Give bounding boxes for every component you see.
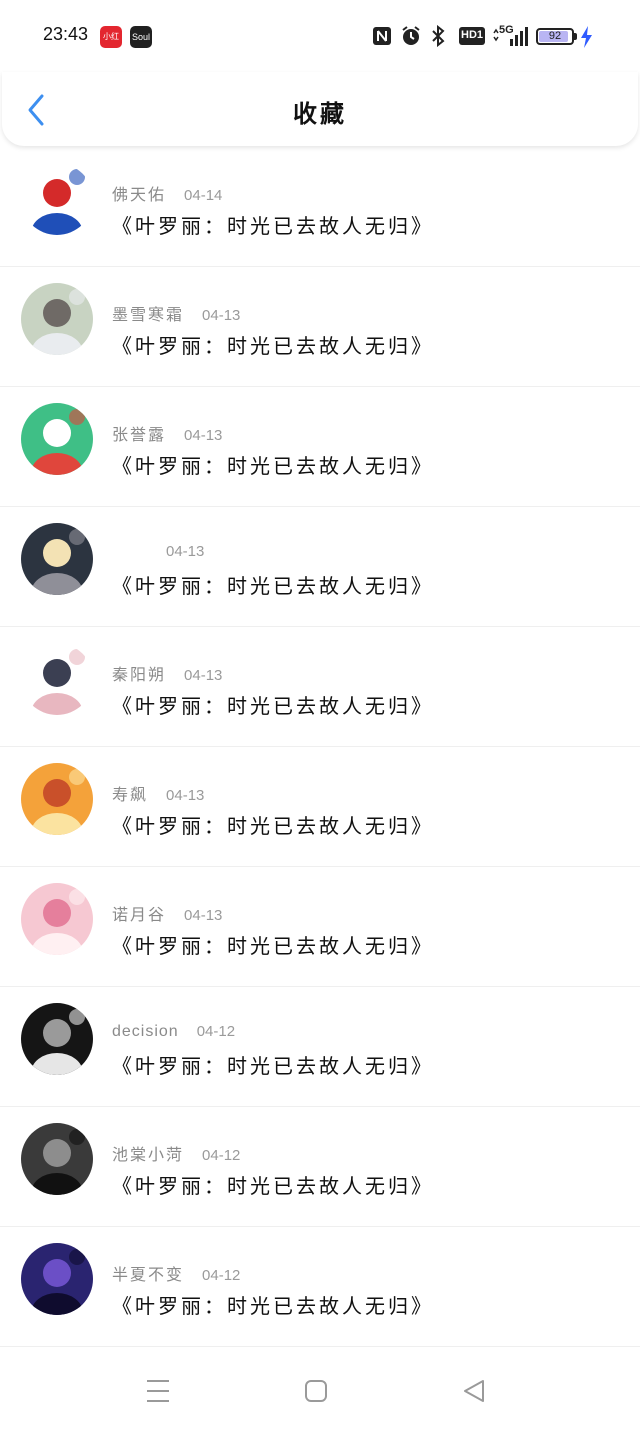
favorite-item[interactable]: decision 04-12 《叶罗丽：时光已去故人无归》 <box>0 987 640 1107</box>
story-title[interactable]: 《叶罗丽：时光已去故人无归》 <box>112 570 434 599</box>
user-name[interactable]: 诺月谷 <box>112 905 166 924</box>
favorite-item[interactable]: 诺月谷 04-13 《叶罗丽：时光已去故人无归》 <box>0 867 640 987</box>
user-avatar[interactable] <box>21 1123 93 1195</box>
story-title[interactable]: 《叶罗丽：时光已去故人无归》 <box>112 210 434 239</box>
item-date: 04-12 <box>202 1147 241 1164</box>
user-avatar[interactable] <box>21 523 93 595</box>
xiaohongshu-app-icon: 小红书 <box>100 26 122 48</box>
battery-tip <box>574 33 577 40</box>
system-nav-bar <box>0 1358 640 1429</box>
story-title[interactable]: 《叶罗丽：时光已去故人无归》 <box>112 1290 434 1319</box>
story-title[interactable]: 《叶罗丽：时光已去故人无归》 <box>112 1050 434 1079</box>
item-meta: 张誉露 04-13 <box>112 421 222 445</box>
menu-button[interactable] <box>136 1373 180 1409</box>
status-bar: 23:43 小红书 Soul HD1 5G 92 <box>0 0 640 72</box>
favorite-item[interactable]: 佛天佑 04-14 《叶罗丽：时光已去故人无归》 <box>0 147 640 267</box>
back-icon <box>464 1380 484 1402</box>
nfc-icon <box>373 27 391 45</box>
avatar-image <box>21 883 93 955</box>
avatar-image <box>21 283 93 355</box>
story-title[interactable]: 《叶罗丽：时光已去故人无归》 <box>112 1170 434 1199</box>
home-button[interactable] <box>294 1373 338 1409</box>
item-date: 04-13 <box>202 307 241 324</box>
favorite-item[interactable]: 池棠小菏 04-12 《叶罗丽：时光已去故人无归》 <box>0 1107 640 1227</box>
user-avatar[interactable] <box>21 1243 93 1315</box>
item-meta: 诺月谷 04-13 <box>112 901 222 925</box>
item-date: 04-12 <box>196 1023 236 1040</box>
user-avatar[interactable] <box>21 1003 93 1075</box>
avatar-image <box>21 643 93 715</box>
favorite-item[interactable]: 04-13 《叶罗丽：时光已去故人无归》 <box>0 507 640 627</box>
item-meta: 半夏不变 04-12 <box>112 1261 240 1285</box>
bluetooth-icon <box>432 25 445 47</box>
user-avatar[interactable] <box>21 163 93 235</box>
avatar-image <box>21 1243 93 1315</box>
avatar-image <box>21 763 93 835</box>
item-meta: decision 04-12 <box>112 1021 235 1045</box>
signal-5g-icon <box>493 27 528 46</box>
user-name[interactable]: 墨雪寒霜 <box>112 305 184 324</box>
item-date: 04-13 <box>166 787 205 804</box>
item-meta: 佛天佑 04-14 <box>112 181 222 205</box>
favorite-item[interactable]: 张誉露 04-13 《叶罗丽：时光已去故人无归》 <box>0 387 640 507</box>
avatar-image <box>21 523 93 595</box>
item-meta: 池棠小菏 04-12 <box>112 1141 240 1165</box>
avatar-image <box>21 403 93 475</box>
system-back-button[interactable] <box>452 1373 496 1409</box>
battery-indicator: 92 <box>536 28 574 45</box>
story-title[interactable]: 《叶罗丽：时光已去故人无归》 <box>112 810 434 839</box>
user-avatar[interactable] <box>21 883 93 955</box>
user-name[interactable]: 张誉露 <box>112 425 166 444</box>
battery-text: 92 <box>548 30 562 42</box>
menu-icon <box>147 1380 169 1402</box>
item-date: 04-13 <box>184 907 223 924</box>
user-name[interactable]: 佛天佑 <box>112 185 166 204</box>
user-avatar[interactable] <box>21 403 93 475</box>
item-meta: 寿飙 04-13 <box>112 781 204 805</box>
story-title[interactable]: 《叶罗丽：时光已去故人无归》 <box>112 690 434 719</box>
item-meta: 墨雪寒霜 04-13 <box>112 301 240 325</box>
item-date: 04-13 <box>184 667 223 684</box>
page-title: 收藏 <box>293 99 347 128</box>
item-date: 04-14 <box>184 187 223 204</box>
avatar-image <box>21 1123 93 1195</box>
user-avatar[interactable] <box>21 763 93 835</box>
alarm-icon <box>402 26 420 45</box>
user-name[interactable]: 秦阳朔 <box>112 665 166 684</box>
soul-app-icon: Soul <box>130 26 152 48</box>
charging-bolt-icon <box>581 26 592 48</box>
avatar-image <box>21 1003 93 1075</box>
user-name[interactable]: 寿飙 <box>112 785 148 804</box>
item-date: 04-13 <box>184 427 223 444</box>
avatar-image <box>21 163 93 235</box>
story-title[interactable]: 《叶罗丽：时光已去故人无归》 <box>112 930 434 959</box>
user-name[interactable]: 半夏不变 <box>112 1265 184 1284</box>
top-header: 收藏 <box>2 72 638 146</box>
user-name[interactable]: decision <box>112 1023 179 1040</box>
user-avatar[interactable] <box>21 283 93 355</box>
favorite-item[interactable]: 秦阳朔 04-13 《叶罗丽：时光已去故人无归》 <box>0 627 640 747</box>
favorite-item[interactable]: 半夏不变 04-12 《叶罗丽：时光已去故人无归》 <box>0 1227 640 1347</box>
favorite-item[interactable]: 寿飙 04-13 《叶罗丽：时光已去故人无归》 <box>0 747 640 867</box>
favorites-list: 佛天佑 04-14 《叶罗丽：时光已去故人无归》 墨雪寒霜 04-13 《叶罗丽：时光已去… <box>0 147 640 1347</box>
favorite-item[interactable]: 墨雪寒霜 04-13 《叶罗丽：时光已去故人无归》 <box>0 267 640 387</box>
item-meta: 04-13 <box>112 541 204 565</box>
item-date: 04-13 <box>166 543 205 560</box>
item-meta: 秦阳朔 04-13 <box>112 661 222 685</box>
story-title[interactable]: 《叶罗丽：时光已去故人无归》 <box>112 330 434 359</box>
home-icon <box>305 1380 327 1402</box>
hd-label: HD1 <box>461 29 484 41</box>
story-title[interactable]: 《叶罗丽：时光已去故人无归》 <box>112 450 434 479</box>
status-time: 23:43 <box>43 24 89 44</box>
user-name[interactable]: 池棠小菏 <box>112 1145 184 1164</box>
user-avatar[interactable] <box>21 643 93 715</box>
item-date: 04-12 <box>202 1267 241 1284</box>
